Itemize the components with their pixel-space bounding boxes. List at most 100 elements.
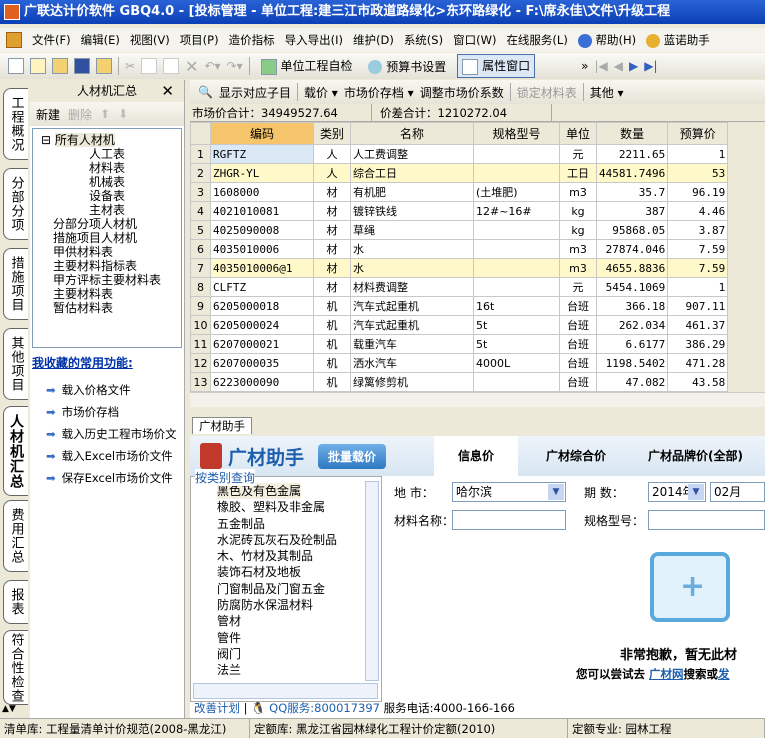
tree-item[interactable]: 主要材料指标表 xyxy=(41,259,181,273)
tab-composite-price[interactable]: 广材综合价 xyxy=(546,436,606,476)
cut-icon[interactable]: ✂ xyxy=(125,59,135,73)
code-cell[interactable]: 4035010006@1 xyxy=(210,258,314,278)
delete-icon[interactable]: ✕ xyxy=(185,57,198,76)
property-window-button[interactable]: 属性窗口 xyxy=(457,54,536,78)
spec-cell[interactable]: 12#~16# xyxy=(473,201,560,221)
menu-view[interactable]: 视图(V) xyxy=(130,32,170,48)
column-header[interactable]: 名称 xyxy=(350,122,474,145)
improve-plan-link[interactable]: 改善计划 xyxy=(194,701,240,715)
type-cell[interactable]: 人 xyxy=(313,163,351,183)
table-row[interactable]: 13 6223000090 机绿篱修剪机 台班 47.082 43.58 xyxy=(190,372,729,392)
category-item[interactable]: 装饰石材及地板 xyxy=(217,564,381,580)
type-cell[interactable]: 人 xyxy=(313,144,351,164)
tree-item[interactable]: 甲供材料表 xyxy=(41,245,181,259)
column-header[interactable] xyxy=(190,122,211,145)
category-item[interactable]: 阀门 xyxy=(217,646,381,662)
unit-cell[interactable]: 台班 xyxy=(559,334,597,354)
category-item[interactable]: 水泥砖瓦灰石及砼制品 xyxy=(217,532,381,548)
code-cell[interactable]: 4035010006 xyxy=(210,239,314,259)
tab-reports[interactable]: 报表 xyxy=(3,580,28,624)
budget-price-cell[interactable]: 7.59 xyxy=(667,239,729,259)
fav-item[interactable]: ➡ 载入价格文件 xyxy=(32,379,182,401)
category-item[interactable]: 管件 xyxy=(217,630,381,646)
first-icon[interactable]: |◀ xyxy=(595,59,608,73)
material-name-input[interactable] xyxy=(452,510,566,530)
budget-price-cell[interactable]: 461.37 xyxy=(667,315,729,335)
name-cell[interactable]: 洒水汽车 xyxy=(350,353,474,373)
type-cell[interactable]: 材 xyxy=(313,239,351,259)
quantity-cell[interactable]: 35.7 xyxy=(595,182,669,202)
spec-cell[interactable] xyxy=(473,372,560,392)
tab-material-assistant[interactable]: 广材助手 xyxy=(192,417,252,434)
code-cell[interactable]: RGFTZ xyxy=(210,144,314,164)
menu-assistant[interactable]: 蓝诺助手 xyxy=(646,32,710,48)
copy-icon[interactable] xyxy=(141,58,158,74)
unit-cell[interactable]: 元 xyxy=(559,144,597,164)
category-item[interactable]: 橡胶、塑料及非金属 xyxy=(217,499,381,515)
material-site-link[interactable]: 广材网 xyxy=(649,667,684,681)
quantity-cell[interactable]: 5454.1069 xyxy=(595,277,669,297)
name-cell[interactable]: 绿篱修剪机 xyxy=(350,372,474,392)
show-sub-button[interactable]: 显示对应子目 xyxy=(219,84,291,101)
code-cell[interactable]: 6205000024 xyxy=(210,315,314,335)
budget-settings-button[interactable]: 预算书设置 xyxy=(363,55,451,78)
budget-price-cell[interactable]: 1 xyxy=(667,144,729,164)
unit-cell[interactable]: 元 xyxy=(559,277,597,297)
next-icon[interactable]: ▶ xyxy=(629,59,638,73)
column-header[interactable]: 预算价 xyxy=(667,122,729,145)
year-select[interactable]: 2014年 ▼ xyxy=(648,482,706,502)
menu-system[interactable]: 系统(S) xyxy=(404,32,443,48)
table-row[interactable]: 10 6205000024 机汽车式起重机 5t 台班 262.034 461.37 xyxy=(190,315,729,335)
tab-labor-material-summary[interactable]: 人材机汇总 xyxy=(3,406,28,496)
name-cell[interactable]: 材料费调整 xyxy=(350,277,474,297)
unit-cell[interactable]: 台班 xyxy=(559,315,597,335)
unit-cell[interactable]: kg xyxy=(559,201,597,221)
menu-cost-index[interactable]: 造价指标 xyxy=(229,32,275,48)
category-item[interactable]: 管材 xyxy=(217,613,381,629)
type-cell[interactable]: 机 xyxy=(313,334,351,354)
tree-item[interactable]: 设备表 xyxy=(41,189,181,203)
new-file-icon[interactable] xyxy=(8,58,24,74)
category-item[interactable]: 五金制品 xyxy=(217,516,381,532)
quantity-cell[interactable]: 387 xyxy=(595,201,669,221)
table-row[interactable]: 1 RGFTZ 人人工费调整元 2211.65 1 xyxy=(190,144,729,164)
type-cell[interactable]: 材 xyxy=(313,201,351,221)
tab-fee-summary[interactable]: 费用汇总 xyxy=(3,500,28,572)
tab-compliance[interactable]: 符合性检查 xyxy=(3,630,28,705)
load-price-button[interactable]: 载价 ▾ xyxy=(304,84,338,101)
menu-file[interactable]: 文件(F) xyxy=(32,32,71,48)
fav-item[interactable]: ➡ 市场价存档 xyxy=(32,401,182,423)
budget-price-cell[interactable]: 96.19 xyxy=(667,182,729,202)
spec-cell[interactable] xyxy=(473,163,560,183)
tab-measures[interactable]: 措施项目 xyxy=(3,248,28,320)
budget-price-cell[interactable]: 4.46 xyxy=(667,201,729,221)
tree-item[interactable]: 暂估材料表 xyxy=(41,301,181,315)
budget-price-cell[interactable]: 3.87 xyxy=(667,220,729,240)
archive-button[interactable]: 市场价存档 ▾ xyxy=(344,84,414,101)
unit-cell[interactable]: 台班 xyxy=(559,353,597,373)
close-icon[interactable]: ✕ xyxy=(161,80,174,102)
tree-item[interactable]: 措施项目人材机 xyxy=(41,231,181,245)
table-row[interactable]: 7 4035010006@1 材水 m3 4655.8836 7.59 xyxy=(190,258,729,278)
code-cell[interactable]: 4021010081 xyxy=(210,201,314,221)
app-menu-icon[interactable] xyxy=(6,32,22,48)
spec-input[interactable] xyxy=(648,510,765,530)
move-up-icon[interactable]: ⬆ xyxy=(100,107,110,121)
type-cell[interactable]: 材 xyxy=(313,277,351,297)
category-item[interactable]: 防腐防水保温材料 xyxy=(217,597,381,613)
tab-items[interactable]: 分部分项 xyxy=(3,168,28,240)
type-cell[interactable]: 机 xyxy=(313,296,351,316)
column-header[interactable]: 类别 xyxy=(313,122,351,145)
category-item[interactable]: 木、竹材及其制品 xyxy=(217,548,381,564)
overflow-icon[interactable]: » xyxy=(581,59,588,73)
type-cell[interactable]: 材 xyxy=(313,220,351,240)
fav-item[interactable]: ➡ 载入历史工程市场价文 xyxy=(32,423,182,445)
unit-cell[interactable]: m3 xyxy=(559,182,597,202)
fav-item[interactable]: ➡ 保存Excel市场价文件 xyxy=(32,467,182,489)
save-icon[interactable] xyxy=(74,58,90,74)
table-row[interactable]: 12 6207000035 机洒水汽车 4000L 台班 1198.5402 471.28 xyxy=(190,353,729,373)
tree-item[interactable]: 分部分项人材机 xyxy=(41,217,181,231)
code-cell[interactable]: 6207000021 xyxy=(210,334,314,354)
menu-project[interactable]: 项目(P) xyxy=(180,32,219,48)
move-down-icon[interactable]: ⬇ xyxy=(118,107,128,121)
